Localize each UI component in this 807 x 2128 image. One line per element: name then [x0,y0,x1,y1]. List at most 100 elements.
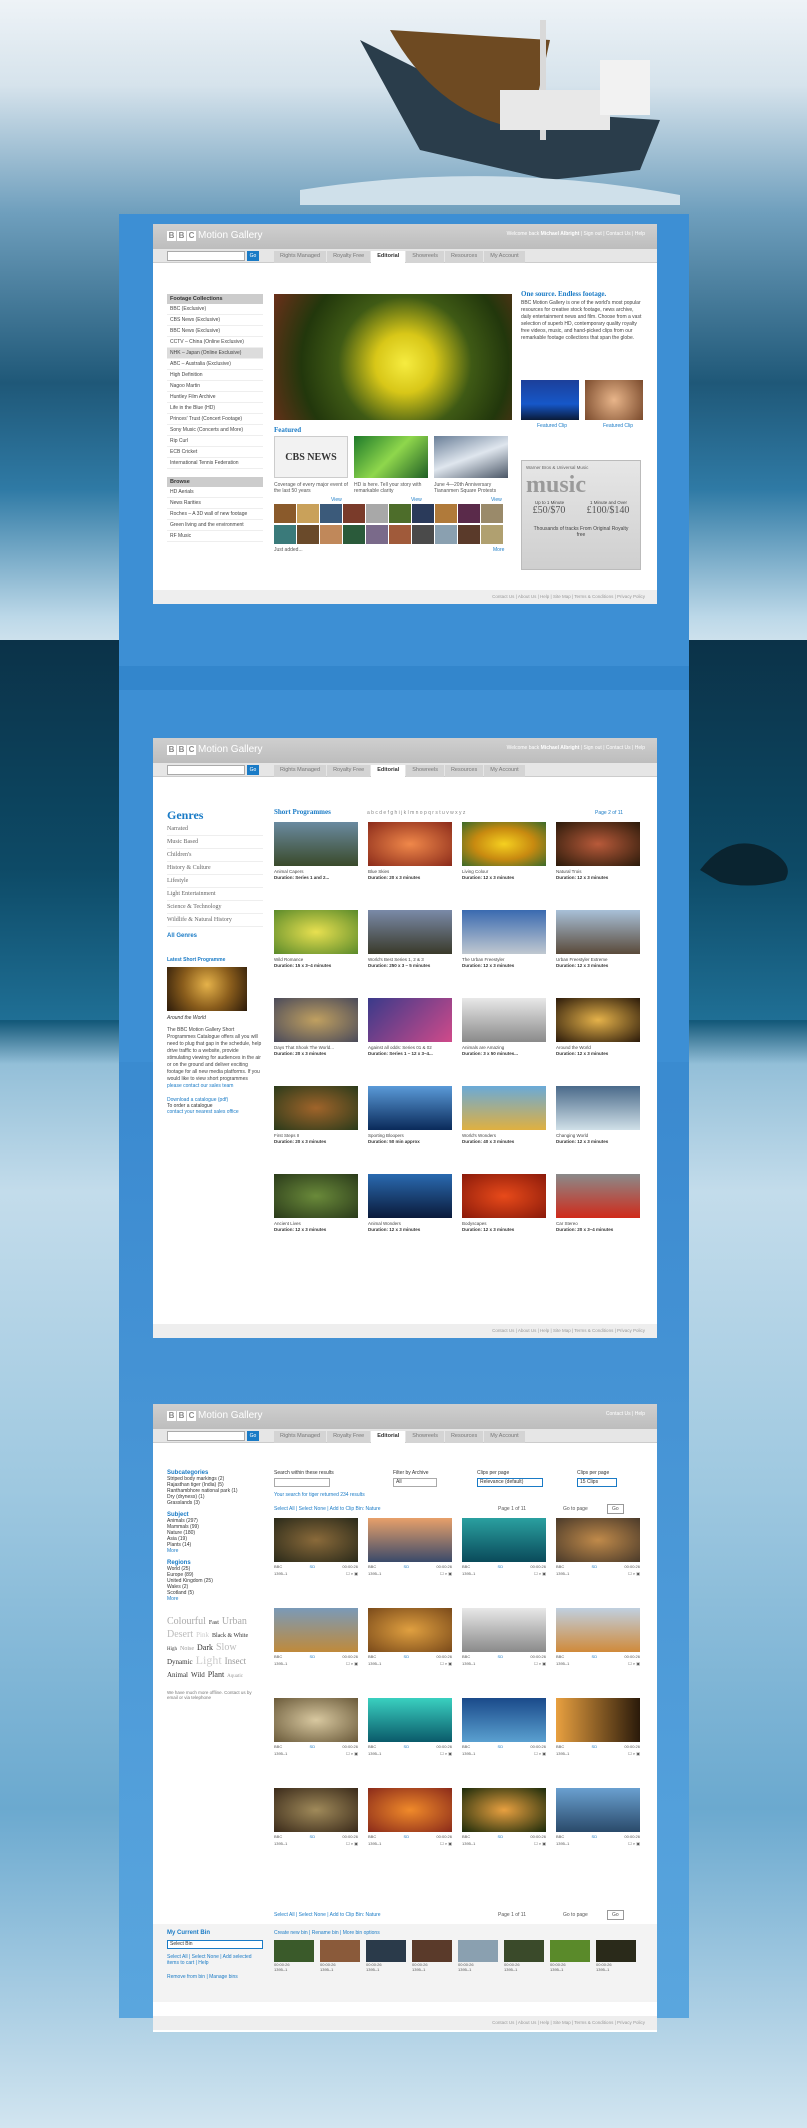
programme-thumb[interactable] [274,1174,358,1218]
clip-thumb[interactable] [368,1608,452,1652]
help-link-2[interactable]: Help [635,745,645,751]
just-added-thumb[interactable] [320,524,342,544]
bin-thumb[interactable] [504,1940,544,1962]
tab-royalty-free-3[interactable]: Royalty Free [327,1431,371,1443]
programme-thumb[interactable] [556,1174,640,1218]
bin-thumb[interactable] [596,1940,636,1962]
search-go-button-2[interactable]: Go [247,765,259,775]
bin-item[interactable]: 00:00:26 1395–1 [504,1940,544,1972]
just-added-thumb[interactable] [389,524,411,544]
tag-cloud-item[interactable]: Urban [222,1616,247,1627]
collection-item[interactable]: Life in the Blue (HD) [167,403,263,414]
just-added-thumb[interactable] [343,524,365,544]
just-added-thumb[interactable] [412,504,434,523]
collection-item[interactable]: High Definition [167,370,263,381]
clip-thumb[interactable] [556,1698,640,1742]
collection-item[interactable]: Nagoo Martin [167,381,263,392]
footer-links-2[interactable]: Contact Us | About Us | Help | Site Map … [153,1324,657,1338]
just-added-thumb[interactable] [389,504,411,523]
just-added-thumb[interactable] [343,504,365,523]
collection-item[interactable]: ECB Cricket [167,447,263,458]
programme-tile[interactable]: World's Best Series 1, 2 & 3 Duration: 25… [368,910,452,968]
bin-thumb[interactable] [412,1940,452,1962]
programme-tile[interactable]: Blue Skies Duration: 20 x 3 minutes [368,822,452,880]
programme-tile[interactable]: Animals are Amazing Duration: 3 x 50 minu… [462,998,546,1056]
genre-item[interactable]: Wildlife & Natural History [167,914,263,927]
clip-tile[interactable]: BBC SD 00:00:26 1395–1 ☐ ⌕ ▣ [274,1608,358,1666]
programme-tile[interactable]: Changing World Duration: 12 x 3 minutes [556,1086,640,1144]
bin-thumb[interactable] [458,1940,498,1962]
just-added-thumb[interactable] [412,524,434,544]
contact-sales-link[interactable]: please contact our sales team [167,1083,263,1089]
bin-item[interactable]: 00:00:26 1395–1 [274,1940,314,1972]
search-within-input[interactable] [274,1478,330,1487]
clip-tile[interactable]: BBC SD 00:00:26 1395–1 ☐ ⌕ ▣ [556,1518,640,1576]
programme-thumb[interactable] [462,822,546,866]
goto-go-button[interactable]: Go [607,1504,624,1514]
genre-item[interactable]: Music Based [167,836,263,849]
browse-item[interactable]: Green living and the environment [167,520,263,531]
contact-link-3[interactable]: Contact Us [606,1411,631,1417]
clip-thumb[interactable] [274,1788,358,1832]
just-added-thumb[interactable] [481,524,503,544]
programme-thumb[interactable] [368,822,452,866]
bin-item[interactable]: 00:00:26 1395–1 [366,1940,406,1972]
genre-item[interactable]: Lifestyle [167,875,263,888]
clip-action-icons[interactable]: ☐ ⌕ ▣ [346,1571,358,1576]
clip-tile[interactable]: BBC SD 00:00:26 1395–1 ☐ ⌕ ▣ [368,1698,452,1756]
bin-remove-links[interactable]: Remove from bin | Manage bins [167,1974,238,1980]
genre-item[interactable]: Narrated [167,823,263,836]
tiananmen-thumb[interactable] [434,436,508,478]
clip-action-icons[interactable]: ☐ ⌕ ▣ [628,1841,640,1846]
programme-tile[interactable]: Bodyscapes Duration: 12 x 3 minutes [462,1174,546,1232]
programme-thumb[interactable] [556,998,640,1042]
clip-tile[interactable]: BBC SD 00:00:26 1395–1 ☐ ⌕ ▣ [462,1788,546,1846]
bbc-logo-2[interactable]: BBC [167,745,196,755]
tab-resources-3[interactable]: Resources [444,1431,484,1443]
tab-showreels[interactable]: Showreels [406,251,444,263]
tag-cloud-item[interactable]: Wild [191,1670,205,1681]
tab-rights-managed[interactable]: Rights Managed [274,251,327,263]
clip-action-icons[interactable]: ☐ ⌕ ▣ [346,1661,358,1666]
programme-tile[interactable]: Animal Capers Duration: Series 1 and 2... [274,822,358,880]
genre-item[interactable]: Light Entertainment [167,888,263,901]
tab-showreels-3[interactable]: Showreels [406,1431,444,1443]
collection-item[interactable]: CBS News (Exclusive) [167,315,263,326]
programme-tile[interactable]: Animal Wonders Duration: 12 x 3 minutes [368,1174,452,1232]
clip-tile[interactable]: BBC SD 00:00:26 1395–1 ☐ ⌕ ▣ [274,1518,358,1576]
music-advert[interactable]: Warner Bros & Universal Music music Up t… [521,460,641,570]
tab-showreels-2[interactable]: Showreels [406,765,444,777]
programme-thumb[interactable] [462,1174,546,1218]
clip-tile[interactable]: BBC SD 00:00:26 1395–1 ☐ ⌕ ▣ [462,1698,546,1756]
tab-my-account-2[interactable]: My Account [484,765,525,777]
tab-editorial[interactable]: Editorial [371,251,406,263]
tag-cloud-item[interactable]: Desert [167,1629,193,1640]
contact-link[interactable]: Contact Us [606,231,631,237]
latest-thumb[interactable] [167,967,247,1011]
clip-tile[interactable]: BBC SD 00:00:26 1395–1 ☐ ⌕ ▣ [274,1698,358,1756]
clip-action-icons[interactable]: ☐ ⌕ ▣ [440,1571,452,1576]
programme-thumb[interactable] [462,910,546,954]
collection-item[interactable]: Princes' Trust (Concert Footage) [167,414,263,425]
facet-item[interactable]: Grasslands (3) [167,1500,263,1506]
hero-image-lily[interactable] [274,294,512,420]
collection-item[interactable]: International Tennis Federation [167,458,263,469]
regions-more-link[interactable]: More [167,1596,263,1602]
clip-action-icons[interactable]: ☐ ⌕ ▣ [534,1751,546,1756]
feat-view-3[interactable]: View [491,497,502,503]
programme-tile[interactable]: The Urban Freestyler Duration: 12 x 3 min… [462,910,546,968]
feat-view-2[interactable]: View [411,497,422,503]
just-added-thumb[interactable] [297,524,319,544]
clip-tile[interactable]: BBC SD 00:00:26 1395–1 ☐ ⌕ ▣ [462,1608,546,1666]
more-link[interactable]: More [493,547,504,553]
tab-rights-managed-3[interactable]: Rights Managed [274,1431,327,1443]
tag-cloud-item[interactable]: Dark [197,1642,213,1653]
tag-cloud-item[interactable]: Colourful [167,1616,206,1627]
just-added-thumb[interactable] [435,524,457,544]
bin-actions[interactable]: Create new bin | Rename bin | More bin o… [274,1930,380,1936]
just-added-thumb[interactable] [274,504,296,523]
signout-link-2[interactable]: Sign out [583,745,601,751]
bin-thumb[interactable] [550,1940,590,1962]
search-input[interactable] [167,251,245,261]
sort-select[interactable]: Relevance (default) [477,1478,543,1487]
